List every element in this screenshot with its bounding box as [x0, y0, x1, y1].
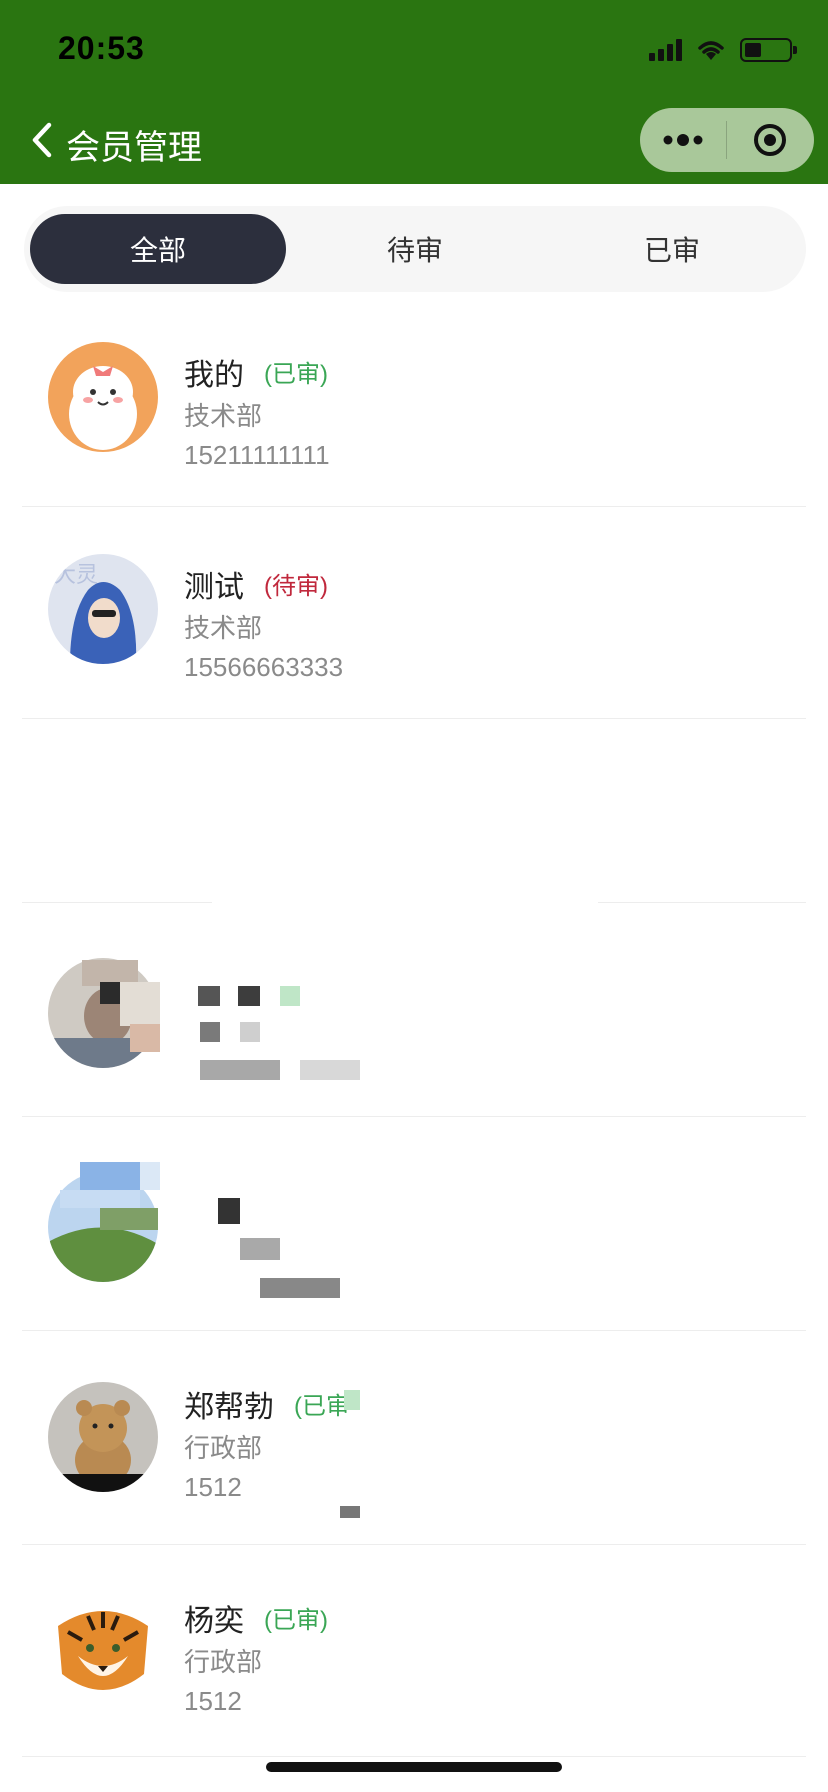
member-row-redacted[interactable]: [0, 1118, 828, 1330]
wifi-icon: [698, 41, 724, 60]
member-phone: 15211111111: [184, 440, 330, 470]
status-icons: [649, 36, 797, 64]
avatar: 大灵: [48, 554, 158, 664]
pixelation-block: [218, 1198, 240, 1224]
avatar: [48, 1596, 158, 1706]
pixelation-block: [280, 986, 300, 1006]
more-button[interactable]: [640, 108, 726, 172]
pixelation-block: [140, 1162, 160, 1190]
divider: [22, 718, 806, 719]
target-close-icon: [754, 124, 786, 156]
member-name: 郑帮勃: [184, 1391, 274, 1424]
member-row[interactable]: 郑帮勃 (已审 行政部 1512: [0, 1332, 828, 1544]
pixelation-block: [100, 1208, 158, 1230]
member-name: 我的: [184, 359, 244, 392]
member-department: 技术部: [184, 613, 263, 643]
battery-icon: [740, 38, 797, 62]
divider: [22, 506, 806, 507]
member-row-redacted[interactable]: [0, 904, 828, 1116]
member-phone: 1512: [184, 1472, 242, 1502]
pixelation-block: [300, 1060, 360, 1080]
hooded-figure-avatar-icon: 大灵: [48, 554, 158, 664]
header-bar: 20:53 会员管理: [0, 0, 828, 184]
pixelation-block: [240, 1022, 260, 1042]
member-name: 杨奕: [184, 1605, 244, 1638]
divider: [22, 1330, 806, 1331]
back-button[interactable]: [22, 118, 62, 162]
divider: [22, 1116, 806, 1117]
pixelation-block: [120, 982, 160, 1026]
close-button[interactable]: [727, 108, 813, 172]
divider: [22, 902, 212, 903]
member-department: 行政部: [184, 1433, 263, 1463]
teddy-bear-avatar-icon: [48, 1382, 158, 1492]
pixelation-block: [238, 986, 260, 1006]
tiger-avatar-icon: [48, 1596, 158, 1706]
signal-icon: [649, 39, 682, 61]
avatar: [48, 342, 158, 452]
member-row[interactable]: 我的 (已审) 技术部 15211111111: [0, 300, 828, 512]
filter-tabs: 全部 待审 已审: [24, 206, 806, 292]
status-badge: (待审): [264, 573, 328, 600]
status-badge: (已审: [294, 1393, 350, 1420]
status-badge: (已审): [264, 361, 328, 388]
mini-program-capsule: [640, 108, 814, 172]
page-title: 会员管理: [66, 129, 202, 167]
pixelation-block: [130, 1024, 160, 1052]
status-badge: (已审): [264, 1607, 328, 1634]
member-department: 行政部: [184, 1647, 263, 1677]
tab-approved[interactable]: 已审: [544, 214, 800, 284]
divider: [598, 902, 806, 903]
cartoon-avatar-icon: [48, 342, 158, 452]
pixelation-block: [80, 1162, 140, 1190]
avatar: [48, 1382, 158, 1492]
pixelation-block: [344, 1390, 360, 1410]
divider: [22, 1544, 806, 1545]
home-indicator: [266, 1762, 562, 1772]
tab-pending[interactable]: 待审: [287, 214, 543, 284]
more-dots-icon: [663, 134, 703, 146]
svg-text:大灵: 大灵: [54, 563, 98, 588]
member-row[interactable]: 大灵 测试 (待审) 技术部 15566663333: [0, 512, 828, 724]
tab-all[interactable]: 全部: [30, 214, 286, 284]
member-name: 测试: [184, 571, 244, 604]
pixelation-block: [60, 1190, 140, 1208]
chevron-left-icon: [32, 122, 52, 158]
pixelation-block: [260, 1278, 340, 1298]
member-phone: 1512: [184, 1686, 242, 1716]
status-time: 20:53: [58, 30, 145, 66]
pixelation-block: [340, 1506, 360, 1518]
member-phone: 15566663333: [184, 652, 344, 682]
pixelation-block: [198, 986, 220, 1006]
member-row[interactable]: 杨奕 (已审) 行政部 1512: [0, 1546, 828, 1758]
pixelation-block: [240, 1238, 280, 1260]
divider: [22, 1756, 806, 1757]
pixelation-block: [200, 1022, 220, 1042]
member-department: 技术部: [184, 401, 263, 431]
pixelation-block: [200, 1060, 280, 1080]
pixelation-block: [100, 982, 122, 1004]
